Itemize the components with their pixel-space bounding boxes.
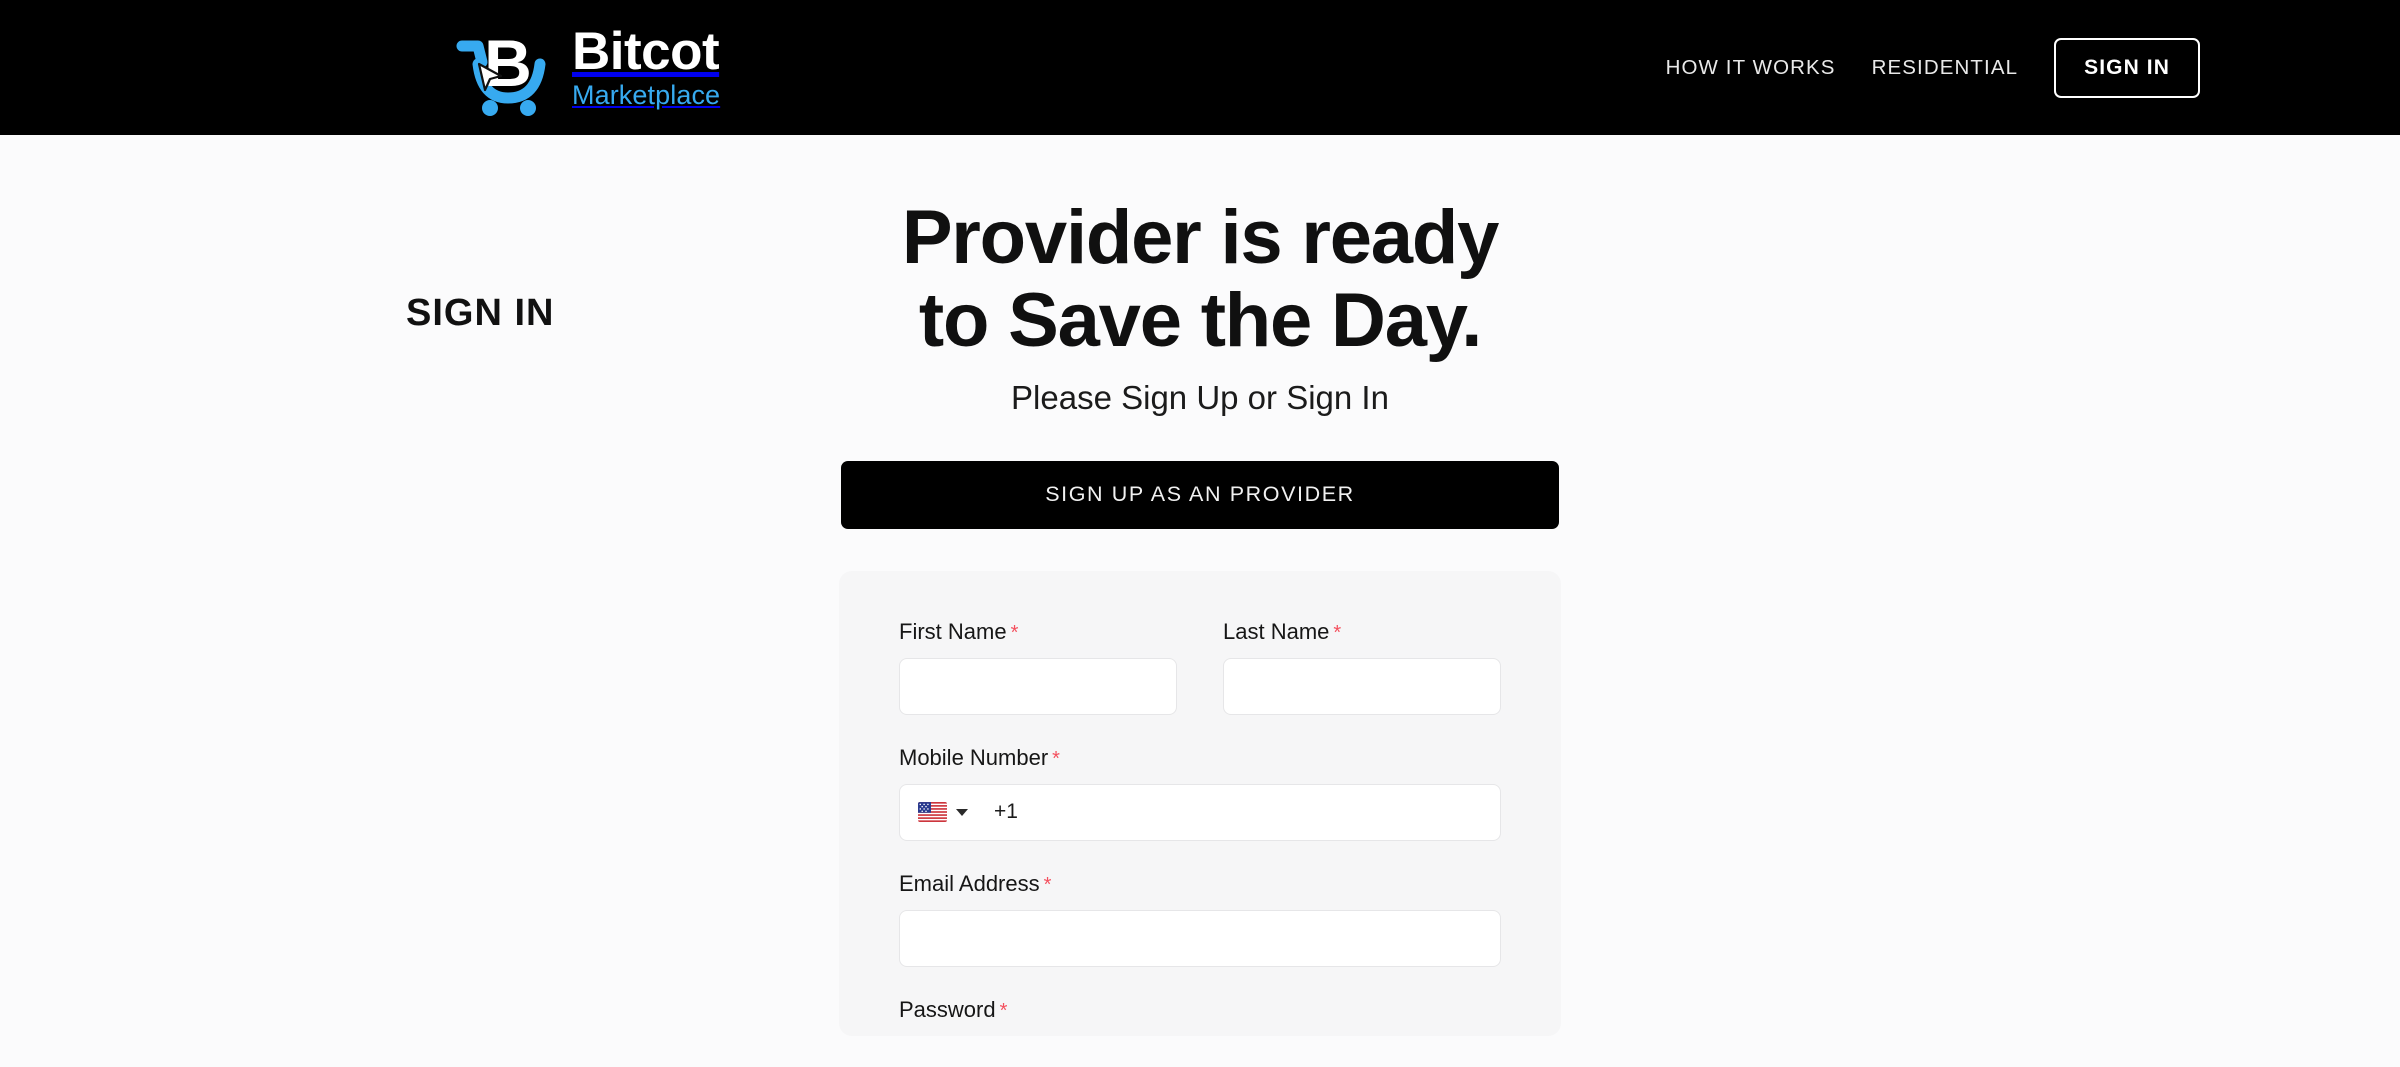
- mobile-number-input-wrapper: [899, 783, 1501, 841]
- last-name-label: Last Name *: [1223, 619, 1501, 645]
- mobile-number-label-text: Mobile Number: [899, 744, 1049, 770]
- hero-heading-line-1: Provider is ready: [901, 195, 1500, 280]
- mobile-number-field-group: Mobile Number *: [899, 745, 1501, 841]
- required-asterisk: *: [999, 999, 1008, 1022]
- brand-name: Bitcot: [572, 22, 720, 82]
- required-asterisk: *: [1333, 621, 1342, 644]
- svg-text:B: B: [484, 26, 532, 100]
- first-name-label: First Name *: [899, 619, 1177, 645]
- sign-in-button[interactable]: SIGN IN: [2054, 37, 2200, 98]
- hero-heading: Provider is ready to Save the Day.: [901, 195, 1500, 363]
- chevron-down-icon: [956, 808, 968, 816]
- required-asterisk: *: [1052, 747, 1060, 770]
- email-address-input[interactable]: [899, 909, 1501, 967]
- mobile-number-input[interactable]: [994, 784, 1500, 840]
- email-address-label: Email Address *: [899, 871, 1501, 897]
- password-field-group: Password *: [899, 997, 1501, 1036]
- first-name-label-text: First Name: [899, 618, 1007, 644]
- site-header: B Bitcot Marketplace HOW IT WORKS RESIDE…: [0, 0, 2400, 135]
- first-name-input[interactable]: [899, 657, 1177, 715]
- email-address-label-text: Email Address: [899, 870, 1040, 896]
- required-asterisk: *: [1043, 873, 1052, 896]
- country-code-selector[interactable]: [918, 802, 968, 823]
- nav-item-residential[interactable]: RESIDENTIAL: [1854, 56, 2037, 80]
- email-address-field-group: Email Address *: [899, 871, 1501, 967]
- last-name-label-text: Last Name: [1223, 618, 1330, 644]
- hero-heading-line-2: to Save the Day.: [918, 277, 1482, 363]
- password-label-text: Password: [899, 996, 996, 1022]
- shopping-cart-b-cursor-logo-icon: B: [456, 26, 546, 116]
- nav-item-how-it-works[interactable]: HOW IT WORKS: [1648, 56, 1854, 80]
- main-navigation: HOW IT WORKS RESIDENTIAL SIGN IN: [1648, 37, 2200, 98]
- last-name-input[interactable]: [1223, 657, 1501, 715]
- page-body: SIGN IN Provider is ready to Save the Da…: [0, 135, 2400, 1067]
- main-content: Provider is ready to Save the Day. Pleas…: [0, 135, 2400, 1036]
- required-asterisk: *: [1010, 621, 1019, 644]
- us-flag-icon: [918, 802, 947, 823]
- sign-up-form-card: First Name* Last Name* Mobile Number*: [839, 570, 1561, 1036]
- hero-subtitle: Please Sign Up or Sign In: [1011, 378, 1389, 416]
- password-label: Password *: [899, 997, 1501, 1023]
- sign-up-as-provider-button[interactable]: SIGN UP AS AN PROVIDER: [841, 460, 1559, 529]
- mobile-number-label: Mobile Number *: [899, 745, 1501, 771]
- name-field-row: First Name * Last Name *: [899, 619, 1501, 715]
- brand-logo-link[interactable]: B Bitcot Marketplace: [452, 20, 720, 116]
- brand-tagline: Marketplace: [572, 80, 721, 111]
- last-name-field-group: Last Name *: [1223, 619, 1501, 715]
- first-name-field-group: First Name *: [899, 619, 1177, 715]
